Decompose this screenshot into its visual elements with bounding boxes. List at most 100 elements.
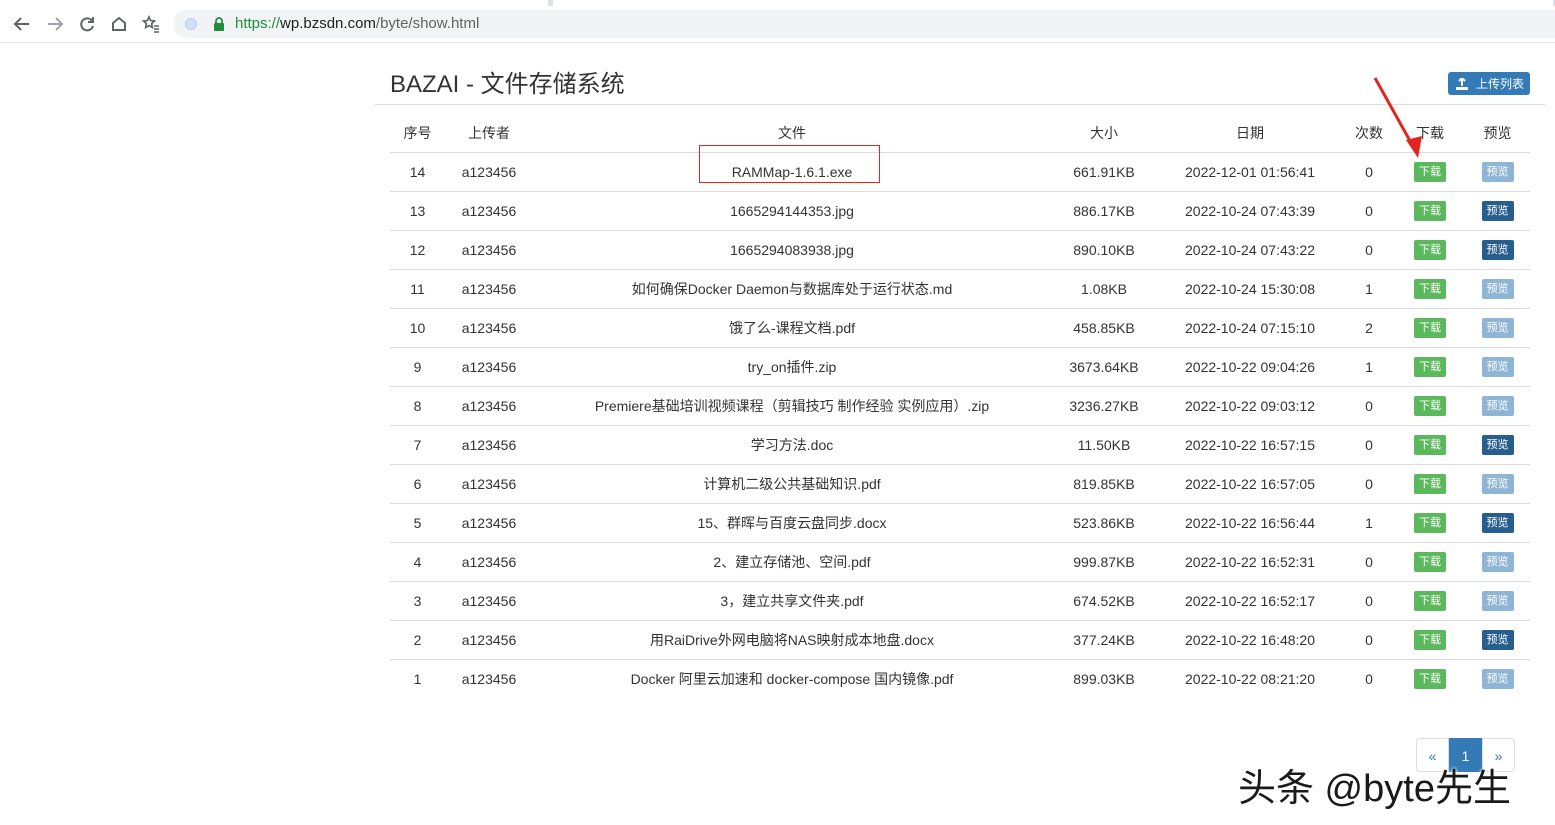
cell-file-name: 2、建立存储池、空间.pdf: [533, 542, 1051, 582]
cell-size: 523.86KB: [1051, 503, 1157, 543]
column-header-size: 大小: [1090, 125, 1118, 141]
cell-id: 2: [390, 620, 445, 660]
reload-button[interactable]: [76, 13, 98, 35]
cell-size: 3673.64KB: [1051, 347, 1157, 387]
cell-count: 0: [1343, 464, 1395, 504]
cell-download: 下载: [1395, 581, 1465, 621]
download-button[interactable]: 下载: [1414, 357, 1446, 377]
cell-id: 3: [390, 581, 445, 621]
watermark-text: 头条 @byte先生: [1238, 768, 1511, 810]
cell-id: 12: [390, 230, 445, 270]
cell-download: 下载: [1395, 386, 1465, 426]
table-row: 10 a123456 饿了么-课程文档.pdf 458.85KB 2022-10-24 …: [390, 308, 1530, 348]
cell-size: 674.52KB: [1051, 581, 1157, 621]
cell-date: 2022-10-22 16:57:05: [1157, 464, 1343, 504]
table-row: 9 a123456 try_on插件.zip 3673.64KB 2022-10-22 …: [390, 347, 1530, 387]
table-row: 13 a123456 1665294144353.jpg 886.17KB 2022-1…: [390, 191, 1530, 231]
preview-button[interactable]: 预览: [1481, 201, 1514, 221]
column-header-uploader: 上传者: [468, 125, 510, 141]
cell-size: 458.85KB: [1051, 308, 1157, 348]
download-button[interactable]: 下载: [1414, 279, 1446, 299]
url-host: wp.bzsdn.com: [280, 15, 376, 32]
preview-button[interactable]: 预览: [1481, 162, 1514, 182]
preview-button[interactable]: 预览: [1481, 279, 1514, 299]
table-row: 7 a123456 学习方法.doc 11.50KB 2022-10-22 16:57:…: [390, 425, 1530, 465]
preview-button[interactable]: 预览: [1481, 435, 1514, 455]
cell-count: 0: [1343, 386, 1395, 426]
upload-list-button[interactable]: 上传列表: [1448, 72, 1530, 95]
cell-uploader: a123456: [445, 620, 533, 660]
download-button[interactable]: 下载: [1414, 318, 1446, 338]
preview-button[interactable]: 预览: [1481, 474, 1514, 494]
preview-button[interactable]: 预览: [1481, 357, 1514, 377]
preview-button[interactable]: 预览: [1481, 669, 1514, 689]
table-row: 5 a123456 15、群晖与百度云盘同步.docx 523.86KB 2022-10…: [390, 503, 1530, 543]
cell-download: 下载: [1395, 620, 1465, 660]
preview-button[interactable]: 预览: [1481, 591, 1514, 611]
cell-file-name: 15、群晖与百度云盘同步.docx: [533, 503, 1051, 543]
preview-button[interactable]: 预览: [1481, 396, 1514, 416]
download-button[interactable]: 下载: [1414, 513, 1446, 533]
cell-id: 5: [390, 503, 445, 543]
cell-download: 下载: [1395, 503, 1465, 543]
star-list-icon: [142, 15, 159, 33]
cell-count: 0: [1343, 230, 1395, 270]
cell-date: 2022-10-24 07:43:22: [1157, 230, 1343, 270]
download-button[interactable]: 下载: [1414, 630, 1446, 650]
download-button[interactable]: 下载: [1414, 396, 1446, 416]
download-button[interactable]: 下载: [1414, 162, 1446, 182]
cell-file-name: 计算机二级公共基础知识.pdf: [533, 464, 1051, 504]
cell-size: 999.87KB: [1051, 542, 1157, 582]
cell-preview: 预览: [1465, 386, 1530, 426]
cell-uploader: a123456: [445, 542, 533, 582]
table-row: 4 a123456 2、建立存储池、空间.pdf 999.87KB 2022-10-22…: [390, 542, 1530, 582]
download-button[interactable]: 下载: [1414, 240, 1446, 260]
download-button[interactable]: 下载: [1414, 591, 1446, 611]
cell-size: 886.17KB: [1051, 191, 1157, 231]
page-info-icon[interactable]: [185, 18, 197, 30]
arrow-left-icon: [13, 17, 29, 31]
cell-preview: 预览: [1465, 542, 1530, 582]
preview-button[interactable]: 预览: [1481, 513, 1514, 533]
cell-count: 0: [1343, 620, 1395, 660]
cell-uploader: a123456: [445, 425, 533, 465]
table-body: 14 a123456 RAMMap-1.6.1.exe 661.91KB 2022-12…: [390, 152, 1530, 698]
home-button[interactable]: [108, 13, 130, 35]
cell-uploader: a123456: [445, 503, 533, 543]
page-title: BAZAI - 文件存储系统: [390, 71, 625, 98]
forward-button[interactable]: [44, 13, 66, 35]
cell-preview: 预览: [1465, 581, 1530, 621]
url-path: /byte/show.html: [375, 15, 480, 32]
address-url[interactable]: https://wp.bzsdn.com/byte/show.html: [235, 15, 479, 33]
cell-uploader: a123456: [445, 386, 533, 426]
cell-id: 10: [390, 308, 445, 348]
preview-button[interactable]: 预览: [1481, 552, 1514, 572]
cell-size: 377.24KB: [1051, 620, 1157, 660]
download-button[interactable]: 下载: [1414, 435, 1446, 455]
cell-preview: 预览: [1465, 347, 1530, 387]
cell-date: 2022-10-24 15:30:08: [1157, 269, 1343, 309]
preview-button[interactable]: 预览: [1481, 240, 1514, 260]
download-button[interactable]: 下载: [1414, 474, 1446, 494]
bookmark-button[interactable]: [140, 13, 162, 35]
back-button[interactable]: [11, 13, 33, 35]
cell-file-name: 1665294083938.jpg: [533, 230, 1051, 270]
download-button[interactable]: 下载: [1414, 552, 1446, 572]
table-row: 6 a123456 计算机二级公共基础知识.pdf 819.85KB 2022-10-2…: [390, 464, 1530, 504]
file-table: 序号 上传者 文件 大小 日期 次数 下载 预览 14 a123456 RAMMap…: [390, 114, 1530, 698]
cell-uploader: a123456: [445, 230, 533, 270]
download-button[interactable]: 下载: [1414, 201, 1446, 221]
cell-count: 0: [1343, 659, 1395, 698]
preview-button[interactable]: 预览: [1481, 630, 1514, 650]
cell-size: 819.85KB: [1051, 464, 1157, 504]
table-row: 2 a123456 用RaiDrive外网电脑将NAS映射成本地盘.docx 377.…: [390, 620, 1530, 660]
cell-size: 661.91KB: [1051, 152, 1157, 192]
cell-file-name: try_on插件.zip: [533, 347, 1051, 387]
cell-size: 11.50KB: [1051, 425, 1157, 465]
address-bar[interactable]: https://wp.bzsdn.com/byte/show.html: [173, 10, 1555, 38]
preview-button[interactable]: 预览: [1481, 318, 1514, 338]
cell-id: 8: [390, 386, 445, 426]
cell-count: 2: [1343, 308, 1395, 348]
column-header-date: 日期: [1236, 125, 1264, 141]
download-button[interactable]: 下载: [1414, 669, 1446, 689]
